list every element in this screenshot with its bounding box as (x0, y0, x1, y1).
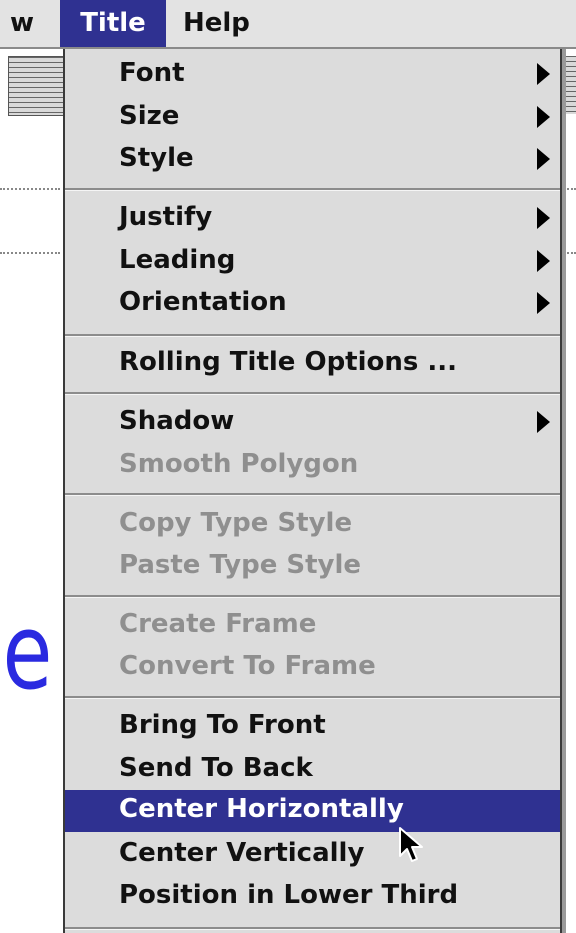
menu-item-label: Position in Lower Third (119, 880, 459, 910)
menu-separator (65, 595, 560, 598)
menu-item-shadow[interactable]: Shadow (65, 402, 560, 444)
menu-item-font[interactable]: Font (65, 54, 560, 96)
menu-item-label: Orientation (119, 287, 287, 317)
menu-help[interactable]: Help (183, 0, 250, 47)
menu-item-label: Create Frame (119, 609, 317, 639)
menu-item-label: Copy Type Style (119, 508, 353, 538)
menu-item-size[interactable]: Size (65, 97, 560, 139)
menu-item-center-horizontally[interactable]: Center Horizontally (65, 790, 560, 832)
menu-item-leading[interactable]: Leading (65, 241, 560, 283)
menu-item-label: Bring To Front (119, 710, 326, 740)
menu-item-label: Convert To Frame (119, 651, 376, 681)
guide-line (560, 188, 576, 193)
menu-item-rolling-title-options[interactable]: Rolling Title Options ... (65, 343, 560, 385)
menu-item-position-lower-third[interactable]: Position in Lower Third (65, 876, 560, 918)
menu-separator (65, 493, 560, 496)
menu-separator (65, 334, 560, 337)
guide-line (0, 252, 60, 257)
menu-item-label: Leading (119, 245, 236, 275)
menu-item-label: Paste Type Style (119, 550, 362, 580)
menu-item-smooth-polygon: Smooth Polygon (65, 445, 560, 487)
menu-separator (65, 392, 560, 395)
menu-item-label: Shadow (119, 406, 235, 436)
menu-bar: w Title Help (0, 0, 576, 49)
menu-item-label: Size (119, 101, 180, 131)
canvas-title-text: le (0, 591, 53, 713)
menu-item-bring-to-front[interactable]: Bring To Front (65, 706, 560, 748)
menu-item-orientation[interactable]: Orientation (65, 283, 560, 325)
menu-item-paste-type-style: Paste Type Style (65, 546, 560, 588)
menu-item-label: Font (119, 58, 185, 88)
menu-item-label: Justify (119, 202, 213, 232)
submenu-arrow-icon (537, 148, 550, 170)
menu-item-convert-to-frame: Convert To Frame (65, 647, 560, 689)
menu-item-label: Rolling Title Options ... (119, 347, 458, 377)
menu-item-label: Send To Back (119, 753, 313, 783)
menu-item-label: Style (119, 143, 194, 173)
menu-separator (65, 696, 560, 699)
menu-view[interactable]: w (10, 0, 34, 47)
menu-item-label: Smooth Polygon (119, 449, 359, 479)
menu-item-label: Center Vertically (119, 838, 365, 868)
submenu-arrow-icon (537, 292, 550, 314)
menu-separator (65, 927, 560, 930)
guide-line (0, 188, 60, 193)
submenu-arrow-icon (537, 207, 550, 229)
submenu-arrow-icon (537, 106, 550, 128)
submenu-arrow-icon (537, 250, 550, 272)
guide-line (560, 252, 576, 257)
menu-item-style[interactable]: Style (65, 139, 560, 181)
menu-item-create-frame: Create Frame (65, 605, 560, 647)
submenu-arrow-icon (537, 411, 550, 433)
title-dropdown-menu: Font Size Style Justify Leading Orientat… (63, 49, 562, 933)
menu-item-label: Center Horizontally (119, 794, 404, 824)
window-title-bar[interactable] (8, 56, 70, 116)
menu-item-copy-type-style: Copy Type Style (65, 504, 560, 546)
menu-item-justify[interactable]: Justify (65, 198, 560, 240)
menu-title[interactable]: Title (60, 0, 166, 47)
submenu-arrow-icon (537, 63, 550, 85)
menu-item-send-to-back[interactable]: Send To Back (65, 749, 560, 791)
menu-separator (65, 188, 560, 191)
menu-item-center-vertically[interactable]: Center Vertically (65, 834, 560, 876)
mouse-pointer-icon (399, 827, 423, 862)
